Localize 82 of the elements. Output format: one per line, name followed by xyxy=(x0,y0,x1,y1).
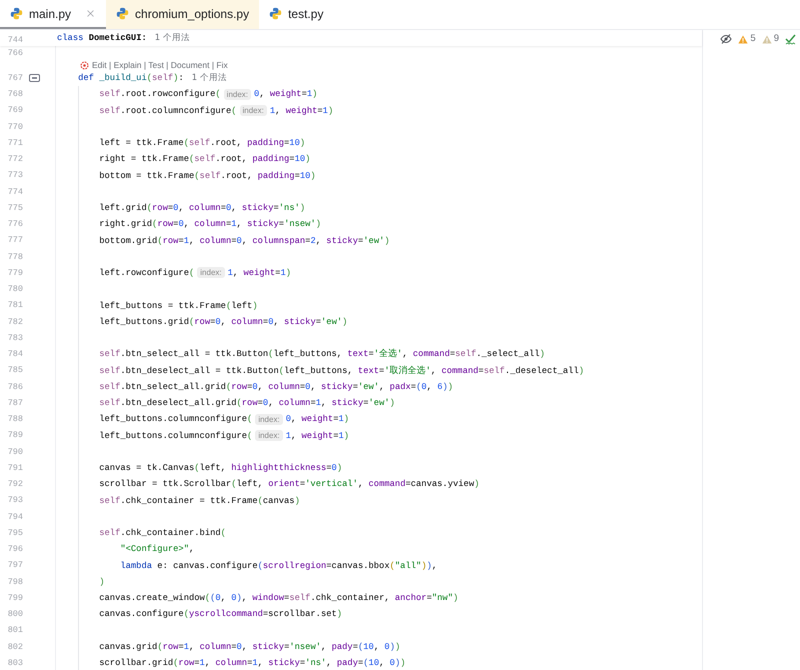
code-line: scrollbar = ttk.Scrollbar(left, orient='vertical', command=canvas.yview) xyxy=(98,478,480,490)
line-number: 767 xyxy=(6,72,23,84)
line-number: 796 xyxy=(6,543,23,556)
code-line: left = ttk.Frame(self.root, padding=10) xyxy=(98,137,306,150)
code-line: canvas.configure(yscrollcommand=scrollbar.set) xyxy=(98,608,342,620)
code-line: canvas.create_window((0, 0), window=self.chk_container, anchor="nw") xyxy=(98,592,458,604)
code-line: bottom.grid(row=1, column=0, columnspan=2, sticky='ew') xyxy=(98,234,390,247)
line-number: 774 xyxy=(6,186,23,198)
line-number: 787 xyxy=(6,396,23,410)
line-number: 772 xyxy=(6,153,23,166)
close-icon[interactable] xyxy=(85,8,96,19)
line-number: 781 xyxy=(6,299,23,312)
line-number: 786 xyxy=(6,380,23,394)
line-number: 766 xyxy=(6,46,23,60)
code-line: self.btn_select_all = ttk.Button(left_buttons, text='全选', command=self._select_all) xyxy=(98,348,545,360)
line-number: 775 xyxy=(6,202,23,214)
code-line: canvas.grid(row=1, column=0, sticky='nsew', pady=(10, 0)) xyxy=(98,640,400,653)
line-number: 779 xyxy=(6,266,23,280)
code-line: self.chk_container.bind( xyxy=(98,527,226,540)
line-number: 778 xyxy=(6,250,23,264)
check-icon[interactable] xyxy=(785,34,796,45)
line-number: 780 xyxy=(6,283,23,296)
code-line: scrollbar.grid(row=1, column=1, sticky='ns', pady=(10, 0)) xyxy=(98,657,406,670)
python-file-icon xyxy=(269,7,282,20)
line-number: 791 xyxy=(6,462,23,474)
code-line: right.grid(row=0, column=1, sticky='nsew') xyxy=(98,218,322,230)
line-number: 744 xyxy=(6,34,23,47)
line-number: 801 xyxy=(6,624,23,637)
line-number: 798 xyxy=(6,576,23,588)
code-line: left.grid(row=0, column=0, sticky='ns') xyxy=(98,202,306,214)
line-number: 792 xyxy=(6,478,23,491)
line-number: 799 xyxy=(6,592,23,604)
line-number: 788 xyxy=(6,413,23,426)
python-file-icon xyxy=(116,7,130,20)
line-number: 773 xyxy=(6,169,23,182)
code-line: self.root.rowconfigure( index: 0, weight=1) xyxy=(98,88,318,100)
code-vision-actions[interactable]: Edit | Explain | Test | Document | Fix xyxy=(92,60,228,70)
warning-icon[interactable] xyxy=(738,34,748,44)
line-number: 782 xyxy=(6,316,23,328)
code-line: right = ttk.Frame(self.root, padding=10) xyxy=(98,153,310,166)
code-line: left_buttons.columnconfigure( index: 1, weight=1) xyxy=(98,430,350,442)
code-line: self.btn_deselect_all = ttk.Button(left_buttons, text='取消全选', command=self._deselect_all) xyxy=(98,364,584,377)
warning-count: 9 xyxy=(774,32,779,46)
method-marker-icon[interactable] xyxy=(29,74,40,82)
code-line: self.btn_deselect_all.grid(row=0, column=1, sticky='ew') xyxy=(98,397,395,410)
line-number: 797 xyxy=(6,559,23,572)
warning-count: 5 xyxy=(750,32,756,46)
line-number: 785 xyxy=(6,364,23,377)
line-number: 800 xyxy=(6,608,23,621)
line-number: 768 xyxy=(6,88,23,101)
eye-slash-icon[interactable] xyxy=(720,34,732,44)
code-line: canvas = tk.Canvas(left, highlightthickness=0) xyxy=(98,462,342,474)
python-file-icon xyxy=(10,7,23,20)
code-line: left_buttons.columnconfigure( index: 0, weight=1) xyxy=(98,413,350,426)
code-line: ) xyxy=(98,576,105,588)
line-number: 776 xyxy=(6,218,23,231)
code-line: left.rowconfigure( index: 1, weight=1) xyxy=(98,267,291,280)
sticky-code-line: class DometicGUI: 1 个用法 xyxy=(57,32,190,44)
line-number: 771 xyxy=(6,136,23,150)
line-number: 783 xyxy=(6,332,23,344)
line-number: 770 xyxy=(6,120,23,134)
code-line: self.btn_select_all.grid(row=0, column=0, sticky='ew', padx=(0, 6)) xyxy=(98,380,454,393)
code-line: self.chk_container = ttk.Frame(canvas) xyxy=(98,494,300,507)
code-line: bottom = ttk.Frame(self.root, padding=10) xyxy=(98,170,316,182)
code-line: lambda e: canvas.configure(scrollregion=canvas.bbox("all")), xyxy=(119,560,438,572)
editor-tab[interactable]: chromium_options.py xyxy=(106,0,260,29)
code-line: left_buttons.grid(row=0, column=0, sticky='ew') xyxy=(98,316,348,328)
line-number: 795 xyxy=(6,526,23,540)
ai-assistant-icon[interactable] xyxy=(80,60,89,70)
code-line: "<Configure>", xyxy=(119,543,194,556)
line-number: 803 xyxy=(6,656,23,670)
line-number: 802 xyxy=(6,640,23,654)
line-number: 777 xyxy=(6,234,23,247)
line-number: 793 xyxy=(6,494,23,507)
code-line: left_buttons = ttk.Frame(left) xyxy=(98,300,258,312)
line-number: 790 xyxy=(6,446,23,458)
line-number: 769 xyxy=(6,104,23,117)
line-number: 794 xyxy=(6,510,23,524)
line-number: 784 xyxy=(6,348,23,361)
code-line: def _build_ui(self): 1 个用法 xyxy=(77,72,227,84)
code-line: self.root.columnconfigure( index: 1, weight=1) xyxy=(98,104,334,117)
line-number: 789 xyxy=(6,429,23,442)
